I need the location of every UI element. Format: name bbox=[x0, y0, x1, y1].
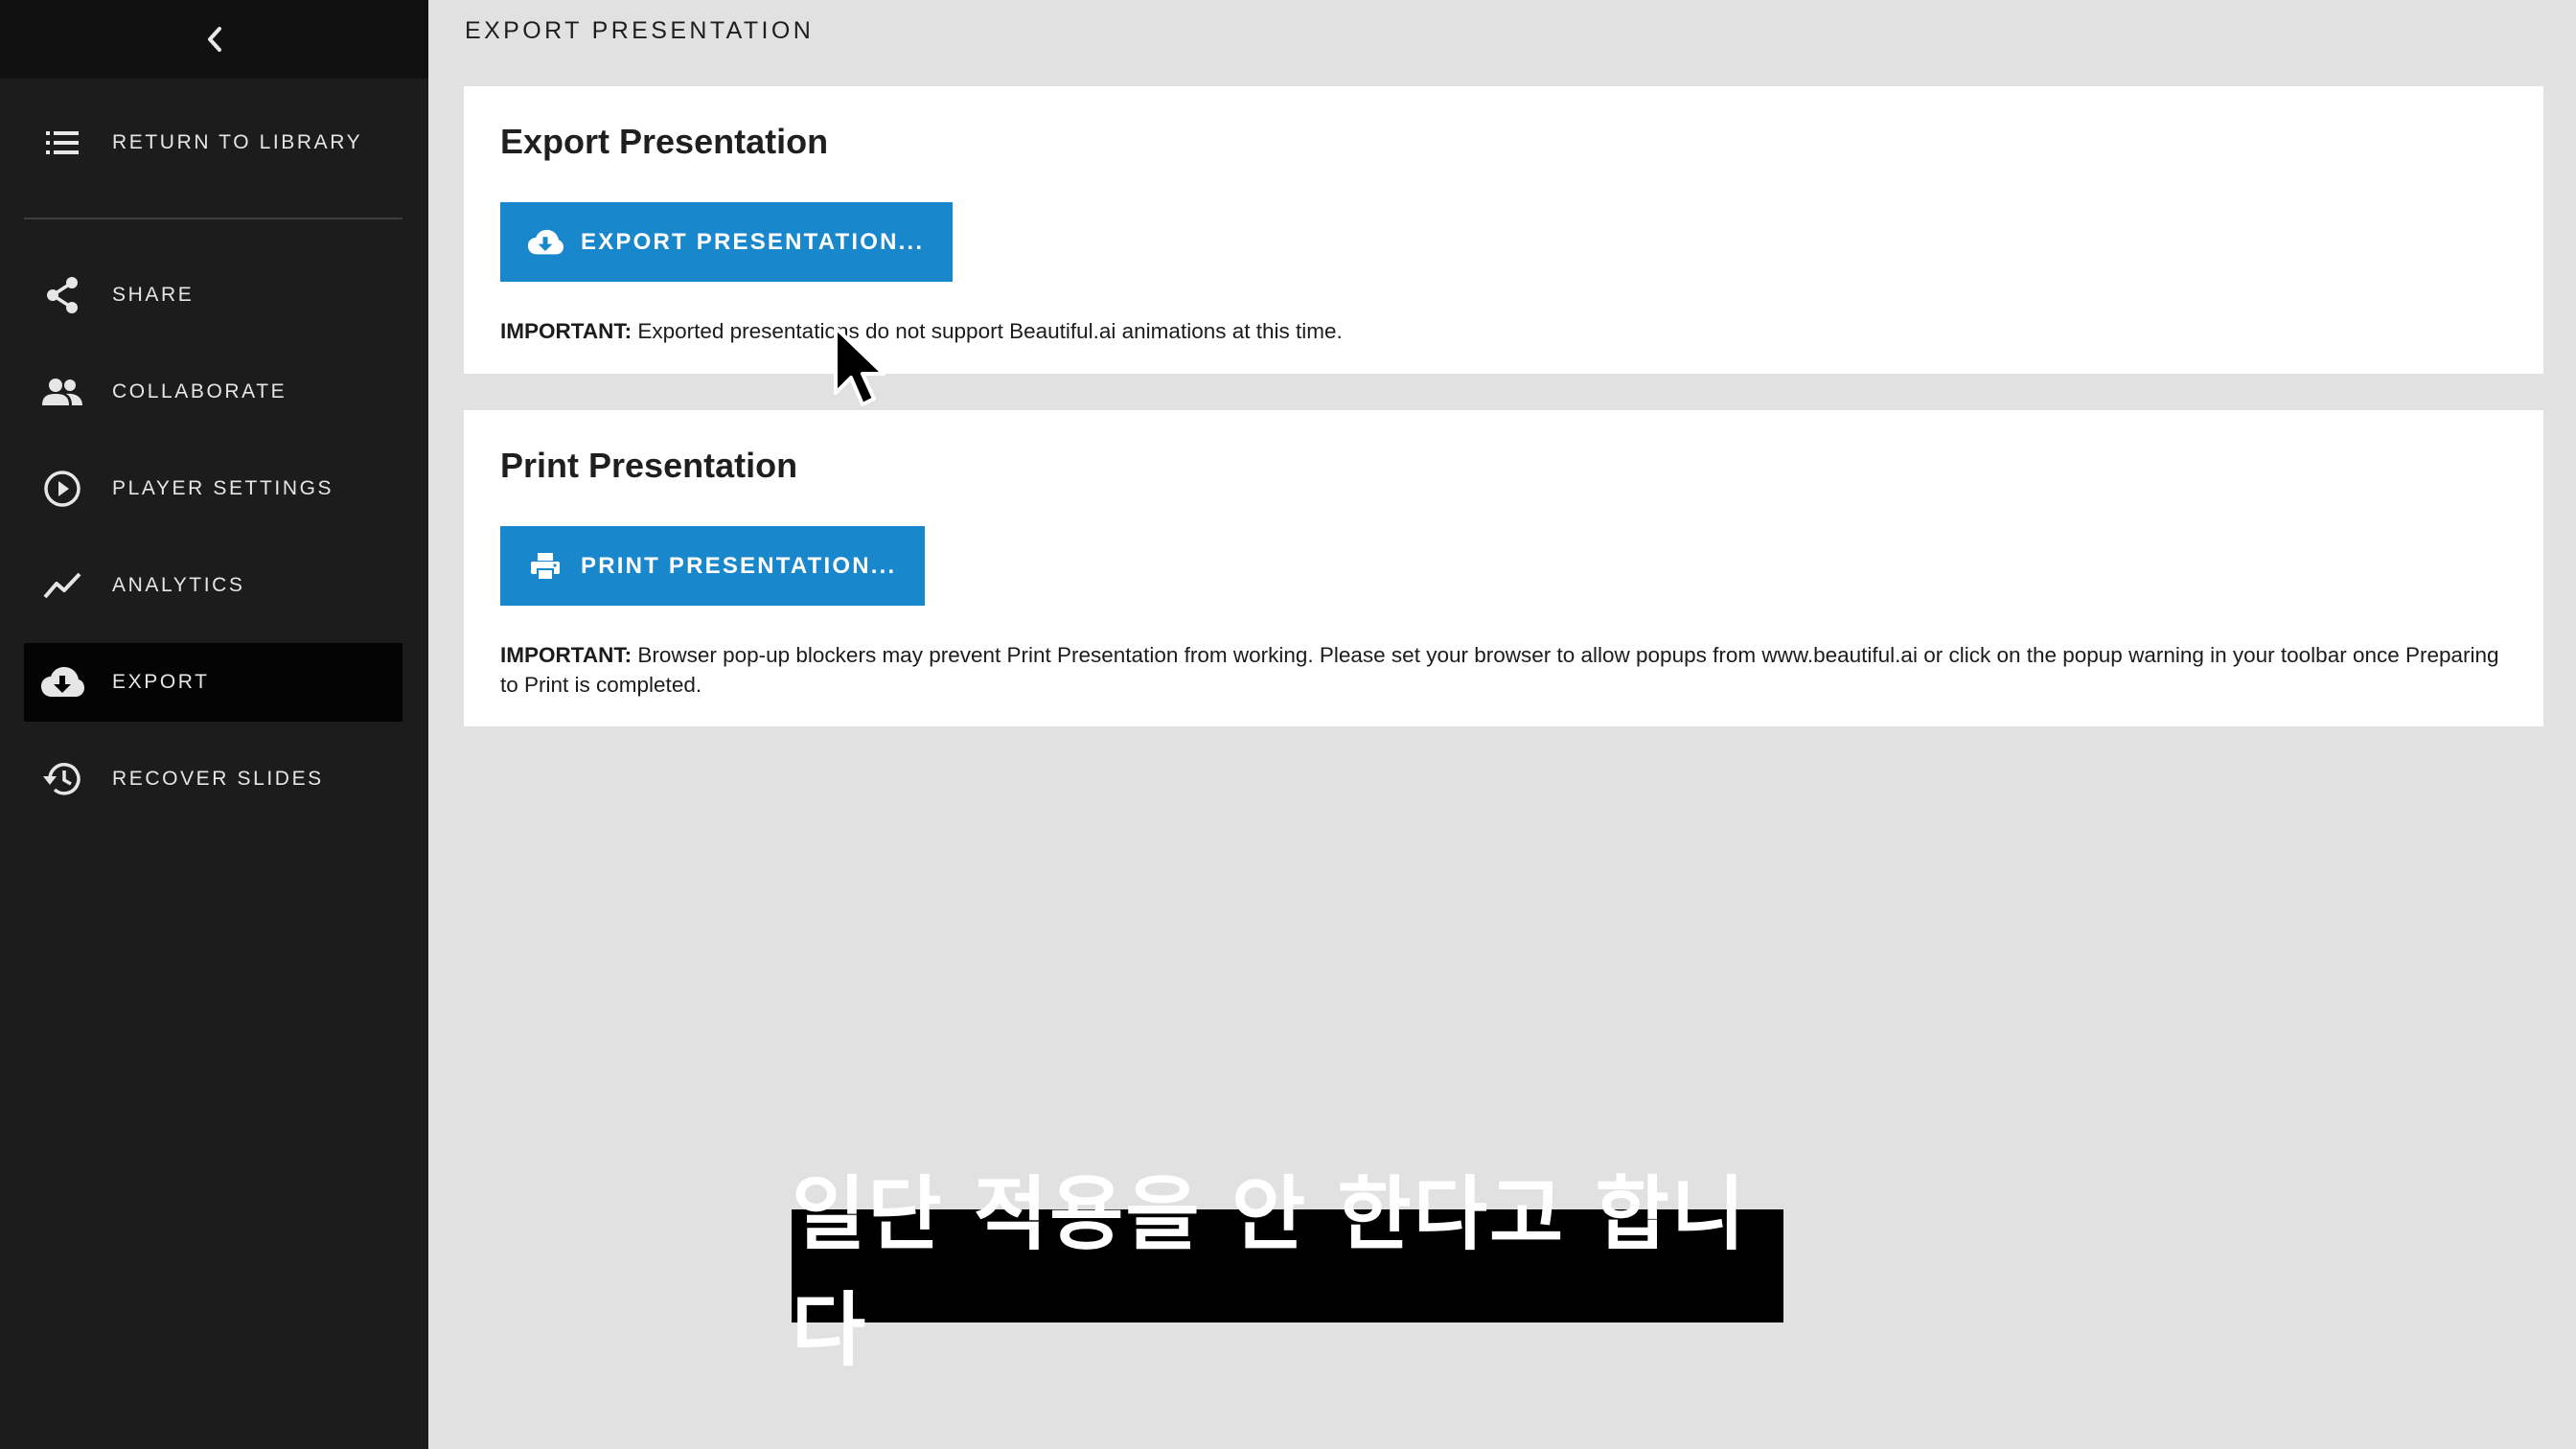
share-icon bbox=[24, 256, 101, 334]
export-note-text: Exported presentations do not support Be… bbox=[632, 319, 1343, 343]
important-label: IMPORTANT: bbox=[500, 319, 632, 343]
sidebar-header bbox=[0, 0, 428, 79]
sidebar-item-label: PLAYER SETTINGS bbox=[112, 477, 334, 499]
sidebar-item-label: RECOVER SLIDES bbox=[112, 768, 324, 790]
export-card-title: Export Presentation bbox=[500, 122, 829, 161]
return-to-library-label: RETURN TO LIBRARY bbox=[112, 131, 363, 153]
sidebar-item-label: EXPORT bbox=[112, 671, 210, 693]
sidebar-item-label: COLLABORATE bbox=[112, 380, 288, 402]
sidebar-item-player-settings[interactable]: PLAYER SETTINGS bbox=[24, 449, 402, 528]
list-icon bbox=[24, 111, 101, 174]
important-label: IMPORTANT: bbox=[500, 643, 632, 667]
cloud-download-icon bbox=[24, 643, 101, 722]
sidebar-item-label: ANALYTICS bbox=[112, 574, 245, 596]
trend-line-icon bbox=[24, 546, 101, 625]
history-icon bbox=[24, 740, 101, 818]
sidebar-divider bbox=[24, 218, 402, 219]
play-circle-icon bbox=[24, 449, 101, 528]
subtitle-text: 일단 적용을 안 한다고 합니다 bbox=[792, 1167, 1748, 1377]
mouse-cursor-icon bbox=[832, 324, 889, 421]
print-note: IMPORTANT: Browser pop-up blockers may p… bbox=[500, 640, 2505, 700]
print-note-text: Browser pop-up blockers may prevent Prin… bbox=[500, 643, 2499, 697]
print-card: Print Presentation PRINT PRESENTATION...… bbox=[464, 410, 2543, 726]
sidebar-item-label: SHARE bbox=[112, 284, 195, 306]
chevron-left-icon bbox=[207, 27, 221, 52]
video-subtitle: 일단 적용을 안 한다고 합니다 bbox=[792, 1167, 1783, 1377]
export-presentation-button[interactable]: EXPORT PRESENTATION... bbox=[500, 202, 954, 282]
page-title: EXPORT PRESENTATION bbox=[465, 17, 815, 44]
return-to-library-button[interactable]: RETURN TO LIBRARY bbox=[24, 111, 402, 174]
export-note: IMPORTANT: Exported presentations do not… bbox=[500, 316, 2505, 346]
export-card: Export Presentation EXPORT PRESENTATION.… bbox=[464, 86, 2543, 374]
sidebar-item-export[interactable]: EXPORT bbox=[24, 643, 402, 722]
print-card-title: Print Presentation bbox=[500, 446, 798, 485]
sidebar-item-recover-slides[interactable]: RECOVER SLIDES bbox=[24, 740, 402, 818]
cloud-download-icon bbox=[525, 222, 565, 263]
export-button-label: EXPORT PRESENTATION... bbox=[581, 228, 925, 255]
sidebar-item-analytics[interactable]: ANALYTICS bbox=[24, 546, 402, 625]
sidebar-item-collaborate[interactable]: COLLABORATE bbox=[24, 353, 402, 431]
sidebar-item-share[interactable]: SHARE bbox=[24, 256, 402, 334]
printer-icon bbox=[525, 546, 565, 586]
print-button-label: PRINT PRESENTATION... bbox=[581, 552, 897, 579]
print-presentation-button[interactable]: PRINT PRESENTATION... bbox=[500, 526, 926, 606]
people-icon bbox=[24, 353, 101, 431]
sidebar: RETURN TO LIBRARY SHARE COLLABORATE PLAY… bbox=[0, 0, 428, 1449]
collapse-sidebar-button[interactable] bbox=[186, 11, 243, 68]
